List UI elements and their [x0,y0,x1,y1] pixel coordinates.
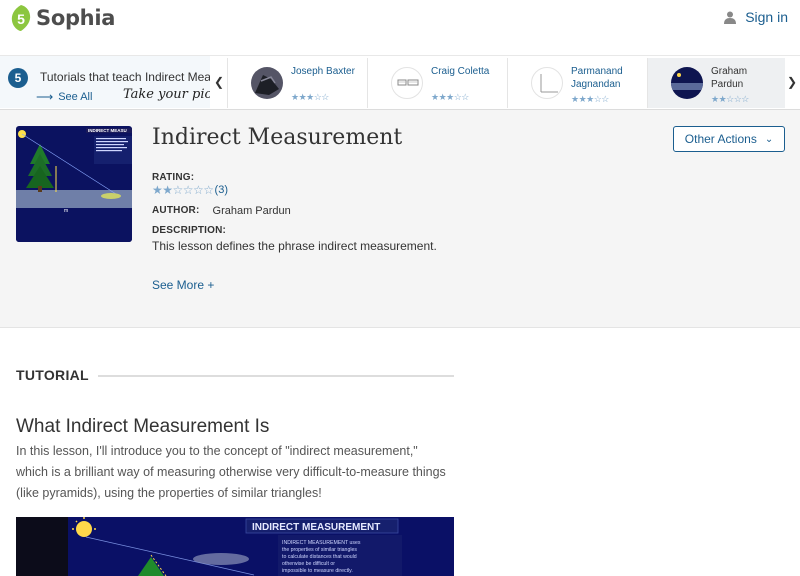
author-row: AUTHOR: Graham Pardun [152,205,291,217]
chevron-right-icon[interactable]: ❯ [784,56,800,108]
chevron-down-icon: ⌄ [764,133,774,145]
section-divider [98,375,454,377]
svg-text:impossible to measure directly: impossible to measure directly. [282,568,353,574]
page-title: Indirect Measurement [152,125,403,150]
section-label: TUTORIAL [16,367,89,383]
star-rating: ★★☆☆☆ [711,94,749,104]
author-name: Joseph Baxter [291,66,355,77]
other-actions-button[interactable]: Other Actions ⌄ [673,126,785,152]
strip-title: Tutorials that teach Indirect Measuremen… [40,70,210,84]
avatar [671,67,703,99]
rating-label: RATING: [152,172,195,183]
svg-text:otherwise be difficult or: otherwise be difficult or [282,561,335,567]
logo-text: Sophia [36,6,116,30]
rating-row: ★★☆☆☆☆ (3) [152,183,228,197]
author-name: Craig Coletta [431,66,490,77]
see-all-link[interactable]: ⟶ See All [36,90,92,104]
tutorial-card-graham-pardun[interactable]: Graham Pardun ★★☆☆☆ [647,58,785,108]
avatar [531,67,563,99]
lesson-thumbnail[interactable]: INDIRECT MEASU m [16,126,132,242]
tutorial-count-badge: 5 [8,68,28,88]
star-rating: ★★★☆☆ [291,92,329,102]
svg-text:5: 5 [17,11,25,27]
strip-intro: 5 Tutorials that teach Indirect Measurem… [0,56,210,108]
see-more-link[interactable]: See More + [152,278,214,292]
description-label: DESCRIPTION: [152,225,227,236]
user-icon [724,11,737,24]
description-text: This lesson defines the phrase indirect … [152,239,437,253]
sophia-logo-icon: 5 [11,5,31,31]
svg-text:m: m [64,208,68,214]
avatar [251,67,283,99]
author-name: Parmanand Jagnandan [571,66,623,90]
star-rating[interactable]: ★★☆☆☆☆ [152,183,214,197]
star-rating: ★★★☆☆ [571,94,609,104]
rating-count[interactable]: (3) [215,184,228,196]
tutorial-card-joseph-baxter[interactable]: Joseph Baxter ★★★☆☆ [227,58,365,108]
sign-in-link[interactable]: Sign in [724,9,788,25]
tutorial-video[interactable]: INDIRECT MEASUREMENT INDIRECT MEASUREMEN… [16,517,454,576]
video-heading: INDIRECT MEASUREMENT [252,522,380,533]
star-rating: ★★★☆☆ [431,92,469,102]
author-name: Graham Pardun [711,66,748,90]
sign-in-label: Sign in [745,9,788,25]
see-all-label: See All [58,91,93,103]
sophia-logo[interactable]: 5 Sophia [10,4,115,32]
svg-text:INDIRECT MEASU: INDIRECT MEASU [88,128,127,133]
other-actions-label: Other Actions [684,132,757,146]
take-your-pick-label: Take your pick: [121,87,210,102]
tutorial-strip: 5 Tutorials that teach Indirect Measurem… [0,56,800,110]
site-header: 5 Sophia Sign in [0,0,800,56]
lesson-header: INDIRECT MEASU m Indirect Measurement Ot… [0,110,800,328]
chevron-left-icon[interactable]: ❮ [211,56,227,108]
svg-text:the properties of similar tria: the properties of similar triangles [282,547,357,553]
svg-text:INDIRECT MEASUREMENT uses: INDIRECT MEASUREMENT uses [282,540,361,546]
section-heading: TUTORIAL [16,367,89,383]
svg-text:to calculate distances that wo: to calculate distances that would [282,554,357,560]
arrow-right-icon: ⟶ [36,90,54,104]
tutorial-card-parmanand-jagnandan[interactable]: Parmanand Jagnandan ★★★☆☆ [507,58,645,108]
avatar [391,67,423,99]
tutorial-title: What Indirect Measurement Is [16,416,270,437]
author-label: AUTHOR: [152,205,200,216]
tutorial-body: In this lesson, I'll introduce you to th… [16,444,446,500]
author-name: Graham Pardun [212,205,291,217]
tutorial-card-craig-coletta[interactable]: Craig Coletta ★★★☆☆ [367,58,505,108]
